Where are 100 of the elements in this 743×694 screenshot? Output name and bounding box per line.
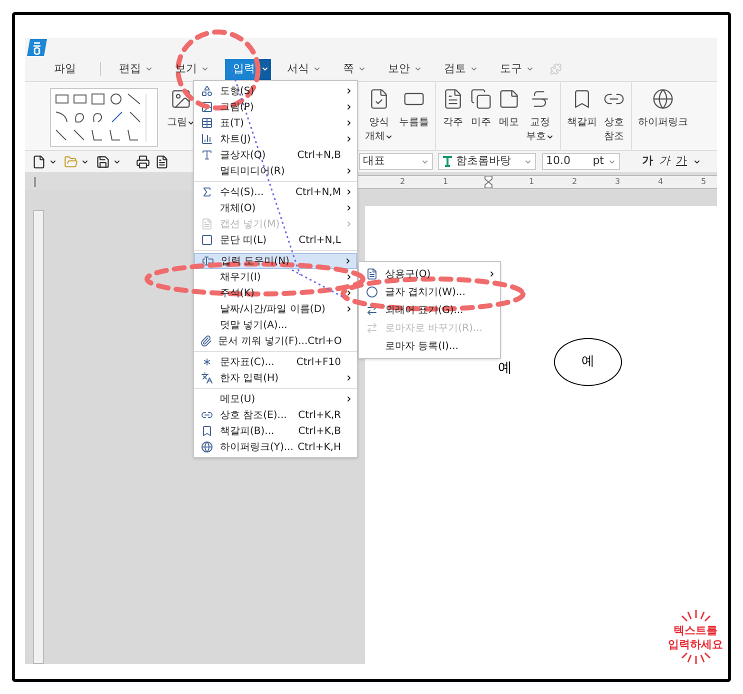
bookmark-icon [201,425,213,437]
menu-item[interactable]: 상용구(O) [359,265,500,283]
caret-icon [526,65,534,73]
font-icon [442,156,453,167]
ruler-number: 3 [614,176,622,188]
menu-item[interactable]: 글자 겹치기(W)... [359,283,500,301]
caret-icon [546,133,554,141]
ribbon-button[interactable]: 메모 [495,82,523,130]
format-button[interactable]: 가 [659,153,670,170]
ribbon-button[interactable]: 교정 부호 [523,82,557,144]
menu-tab[interactable]: 보안 [382,58,428,80]
annotation-text: 텍스트를 입력하세요 [668,624,723,652]
form-icon [368,88,390,110]
ribbon-button[interactable]: 양식 개체 [362,82,396,144]
menu-tab[interactable]: 도구 [494,58,540,80]
table-icon [201,117,213,129]
menu-tab[interactable]: 서식 [281,58,327,80]
image-icon [170,88,192,110]
text-icon [366,268,378,280]
text-box-icon [201,149,213,161]
caret-icon [145,65,153,73]
menu-item[interactable]: 멀티미디어(R) [194,163,357,179]
square-icon [201,234,213,246]
format-button[interactable]: 가 [642,153,653,170]
menu-item[interactable]: 개체(O) [194,200,357,216]
memo-icon [498,88,520,110]
caret-icon [414,65,422,73]
menu-item[interactable]: 메모(U) [194,391,357,407]
menu-item[interactable]: 문자표(C)... Ctrl+F10 [194,354,357,370]
menu-item[interactable]: 하이퍼링크(Y)... Ctrl+K,H [194,439,357,455]
globe-icon [201,441,213,453]
circle-icon [366,286,378,298]
menu-item[interactable]: 문서 끼워 넣기(F)...Ctrl+O [194,333,357,349]
ruler-number: 2 [398,176,406,188]
ribbon-button[interactable]: 하이퍼링크 [635,82,691,130]
document-text: 예 [498,359,512,378]
pages-icon [470,88,492,110]
printer-icon[interactable] [136,154,150,168]
menu-item[interactable]: 채우기(I) [194,269,357,285]
caret-icon [49,158,57,166]
proofread-icon [529,88,551,110]
formula-icon [201,186,213,198]
caret-icon [524,158,532,166]
ruler-number: 4 [656,176,664,188]
swap-icon [366,304,378,316]
link-icon [201,409,213,421]
asterisk-icon [201,356,213,368]
menu-tab[interactable]: 보기 [169,58,215,80]
caret-icon [358,65,366,73]
menu-item[interactable]: 글상자(Q) Ctrl+N,B [194,147,357,163]
ellipse-shape: 예 [554,338,622,386]
ribbon-button[interactable]: 누름틀 [396,82,432,130]
caret-icon [81,158,89,166]
new-file-icon[interactable] [32,154,46,168]
caret-icon [608,158,616,166]
menu-item[interactable]: 차트(J) [194,131,357,147]
ruler-number: 1 [442,176,450,188]
menu-item[interactable]: 책갈피(B)... Ctrl+K,B [194,423,357,439]
translate-icon [201,372,213,384]
note-icon [442,88,464,110]
caret-icon [470,65,478,73]
caret-icon [201,65,209,73]
menu-tab[interactable]: 파일 [48,58,82,80]
shape-gallery-drawing[interactable] [50,88,158,147]
caption-icon [201,218,213,230]
size-field[interactable]: 10.0 pt [542,153,620,170]
caret-icon [693,158,701,166]
caret-icon [385,133,393,141]
menu-item[interactable]: 문단 띠(L) Ctrl+N,L [194,232,357,248]
menu-item[interactable]: 상호 참조(E)... Ctrl+K,R [194,407,357,423]
ruler-number: 1 [528,176,536,188]
style-dropdown[interactable]: 대표 [359,153,433,170]
caret-icon [261,65,269,73]
menu-tab[interactable]: 편집 [113,58,159,80]
swap-icon [366,322,378,334]
ruler-number: 2 [570,176,578,188]
menu-tab[interactable]: 쪽 [337,58,372,80]
ribbon-button[interactable]: 미주 [467,82,495,130]
caret-icon [313,65,321,73]
image-icon [201,101,213,113]
caret-icon [421,158,429,166]
font-dropdown[interactable]: 함초롬바탕 [438,153,536,170]
menu-item[interactable]: 날짜/시간/파일 이름(D) [194,301,357,317]
menu-tab[interactable]: 검토 [438,58,484,80]
ribbon-button[interactable]: 상호 참조 [600,82,628,144]
shapes-icon [201,85,213,97]
menu-item[interactable]: 한자 입력(H) [194,370,357,386]
caret-icon [187,119,195,127]
menu-item[interactable]: 덧말 넣기(A)... [194,317,357,333]
save-icon[interactable] [96,154,110,168]
ribbon-button[interactable]: 책갈피 [564,82,600,130]
globe-icon [652,88,674,110]
paperclip-icon [200,335,212,347]
document-icon[interactable] [155,154,169,168]
menu-item[interactable]: 수식(S)... Ctrl+N,M [194,184,357,200]
bar-chart-icon [201,133,213,145]
menu-item[interactable]: 로마자 등록(I)... [359,337,500,355]
ribbon-button[interactable]: 각주 [439,82,467,130]
caret-icon [113,158,121,166]
format-button[interactable]: 가 [676,153,687,170]
